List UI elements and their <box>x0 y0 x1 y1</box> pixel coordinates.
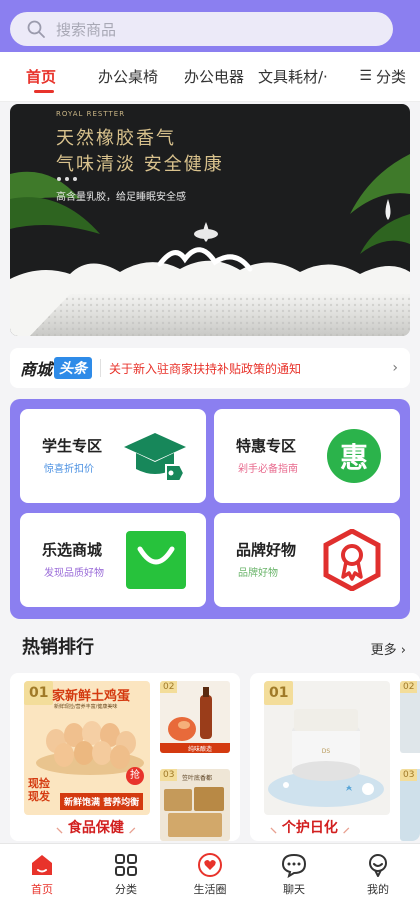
rank-badge: 01 <box>264 681 294 705</box>
product-slogan: 新鲜饱满 营养均衡 <box>60 793 144 810</box>
rank-badge: 03 <box>160 769 178 781</box>
banner-headline-2: 气味清淡 安全健康 <box>56 154 224 175</box>
zone-subtitle: 剁手必备指南 <box>238 464 298 475</box>
chevron-right-icon: › <box>400 643 406 658</box>
product-image-cream[interactable]: 01 DS <box>264 681 390 815</box>
product-caption: 笠叶底香都 <box>182 775 213 782</box>
zone-title: 学生专区 <box>42 437 103 455</box>
user-icon <box>369 854 387 877</box>
chevron-right-icon[interactable]: › <box>392 360 398 376</box>
zone-subtitle: 品牌好物 <box>238 568 278 579</box>
product-image-eggs[interactable]: 01 家新鲜土鸡蛋 新鲜现捡/营养丰富/健康美味 抢 现捡 现发 新鲜饱满 营养均… <box>24 681 150 815</box>
promo-banner[interactable]: ROYAL RESTTER 天然橡胶香气 气味清淡 安全健康 高含量乳胶，给足睡… <box>10 104 410 336</box>
zone-brand-goods[interactable]: 品牌好物 品牌好物 <box>214 513 400 607</box>
news-logo-mall: 商城 <box>20 360 53 379</box>
zones-panel: 学生专区 惊喜折扣价 特惠专区 剁手必备指南 惠 乐选商城 发现品质好物 品牌好… <box>10 399 410 619</box>
product-headline: 家新鲜土鸡蛋 <box>52 689 131 704</box>
discount-icon: 惠 <box>327 429 381 483</box>
tabbar-life-circle-label: 生活圈 <box>193 883 227 896</box>
tab-office-appliances[interactable]: 办公电器 <box>184 66 244 87</box>
hot-ranking-title: 热销排行 <box>22 637 94 658</box>
promo-line-2: 现发 <box>28 790 50 803</box>
search-placeholder: 搜索商品 <box>56 20 117 39</box>
discount-icon-char: 惠 <box>340 441 368 474</box>
svg-text:DS: DS <box>322 748 331 755</box>
tabbar-chat-label: 聊天 <box>283 883 305 896</box>
card-category-title: ⸜ 个护日化 ⸝ <box>270 820 350 836</box>
tabbar-profile-label: 我的 <box>367 883 389 896</box>
zone-subtitle: 发现品质好物 <box>44 568 104 579</box>
top-header: 搜索商品 <box>0 0 420 52</box>
banner-dots <box>57 177 77 181</box>
news-divider <box>100 359 102 377</box>
zone-title: 特惠专区 <box>236 437 297 455</box>
menu-icon: ☰ <box>359 68 372 84</box>
grid-icon <box>115 854 137 876</box>
category-button-label: 分类 <box>375 67 406 86</box>
tabbar-category-label: 分类 <box>115 883 137 896</box>
category-button[interactable]: ☰ 分类 <box>338 52 420 100</box>
product-caption: 纯味酿造 <box>188 746 213 753</box>
card-category-label: 食品保健 <box>67 820 124 836</box>
ranking-card-personal-care[interactable]: 01 DS ⸜ 个护日化 ⸝ 02 03 <box>250 673 420 841</box>
heart-chat-icon <box>198 853 222 877</box>
bottom-tab-bar: 首页 分类 生活圈 聊天 我的 <box>0 843 420 899</box>
card-category-title: ⸜ 食品保健 ⸝ <box>56 820 136 836</box>
award-badge-icon <box>323 529 381 591</box>
tabbar-category[interactable]: 分类 <box>96 852 156 897</box>
promo-line-1: 现捡 <box>28 777 50 790</box>
zone-title: 品牌好物 <box>236 541 297 559</box>
product-subhead: 新鲜现捡/营养丰富/健康美味 <box>54 704 118 710</box>
banner-headline-1: 天然橡胶香气 <box>56 128 176 149</box>
news-logo-headline: 头条 <box>54 357 93 379</box>
tab-office-furniture[interactable]: 办公桌椅 <box>98 66 158 87</box>
more-link-label: 更多 <box>370 643 397 658</box>
active-tab-indicator <box>34 90 54 93</box>
home-icon <box>32 855 52 875</box>
card-category-label: 个护日化 <box>281 820 338 836</box>
tabbar-home[interactable]: 首页 <box>12 852 72 897</box>
zone-title: 乐选商城 <box>42 541 103 559</box>
grab-badge: 抢 <box>126 767 144 785</box>
product-image-bottle[interactable]: 03 <box>400 769 420 841</box>
zone-leselect-mall[interactable]: 乐选商城 发现品质好物 <box>20 513 206 607</box>
shopping-bag-icon <box>126 531 186 589</box>
zone-discount[interactable]: 特惠专区 剁手必备指南 惠 <box>214 409 400 503</box>
rank-badge: 02 <box>400 681 418 693</box>
search-bar[interactable]: 搜索商品 <box>10 12 393 46</box>
rank-badge: 03 <box>400 769 418 781</box>
tabbar-home-label: 首页 <box>31 883 53 896</box>
product-image-vinegar[interactable]: 02 纯味酿造 <box>160 681 230 753</box>
mall-news-bar[interactable]: 商城 头条 关于新入驻商家扶持补贴政策的通知 › <box>10 348 410 388</box>
graduation-cap-icon <box>124 433 186 482</box>
banner-brand: ROYAL RESTTER <box>56 110 126 118</box>
rank-badge: 01 <box>24 681 54 705</box>
search-icon <box>27 20 45 38</box>
tabbar-chat[interactable]: 聊天 <box>264 852 324 897</box>
eggs-illustration <box>36 721 144 775</box>
tab-stationery[interactable]: 文具耗材/· <box>258 66 328 87</box>
zone-student[interactable]: 学生专区 惊喜折扣价 <box>20 409 206 503</box>
rank-badge: 02 <box>160 681 178 693</box>
tabbar-profile[interactable]: 我的 <box>348 852 408 897</box>
promo-text: 现捡 现发 <box>28 777 50 803</box>
news-text[interactable]: 关于新入驻商家扶持补贴政策的通知 <box>109 360 392 377</box>
chat-icon <box>281 853 307 878</box>
tabbar-life-circle[interactable]: 生活圈 <box>180 852 240 897</box>
product-image-model[interactable]: 02 <box>400 681 420 753</box>
tab-home[interactable]: 首页 <box>26 66 56 87</box>
ranking-card-food[interactable]: 01 家新鲜土鸡蛋 新鲜现捡/营养丰富/健康美味 抢 现捡 现发 新鲜饱满 营养均… <box>10 673 240 841</box>
banner-subline: 高含量乳胶，给足睡眠安全感 <box>56 192 186 203</box>
zone-subtitle: 惊喜折扣价 <box>44 464 94 475</box>
product-image-bread[interactable]: 03 笠叶底香都 <box>160 769 230 841</box>
more-link[interactable]: 更多 › <box>371 639 406 658</box>
